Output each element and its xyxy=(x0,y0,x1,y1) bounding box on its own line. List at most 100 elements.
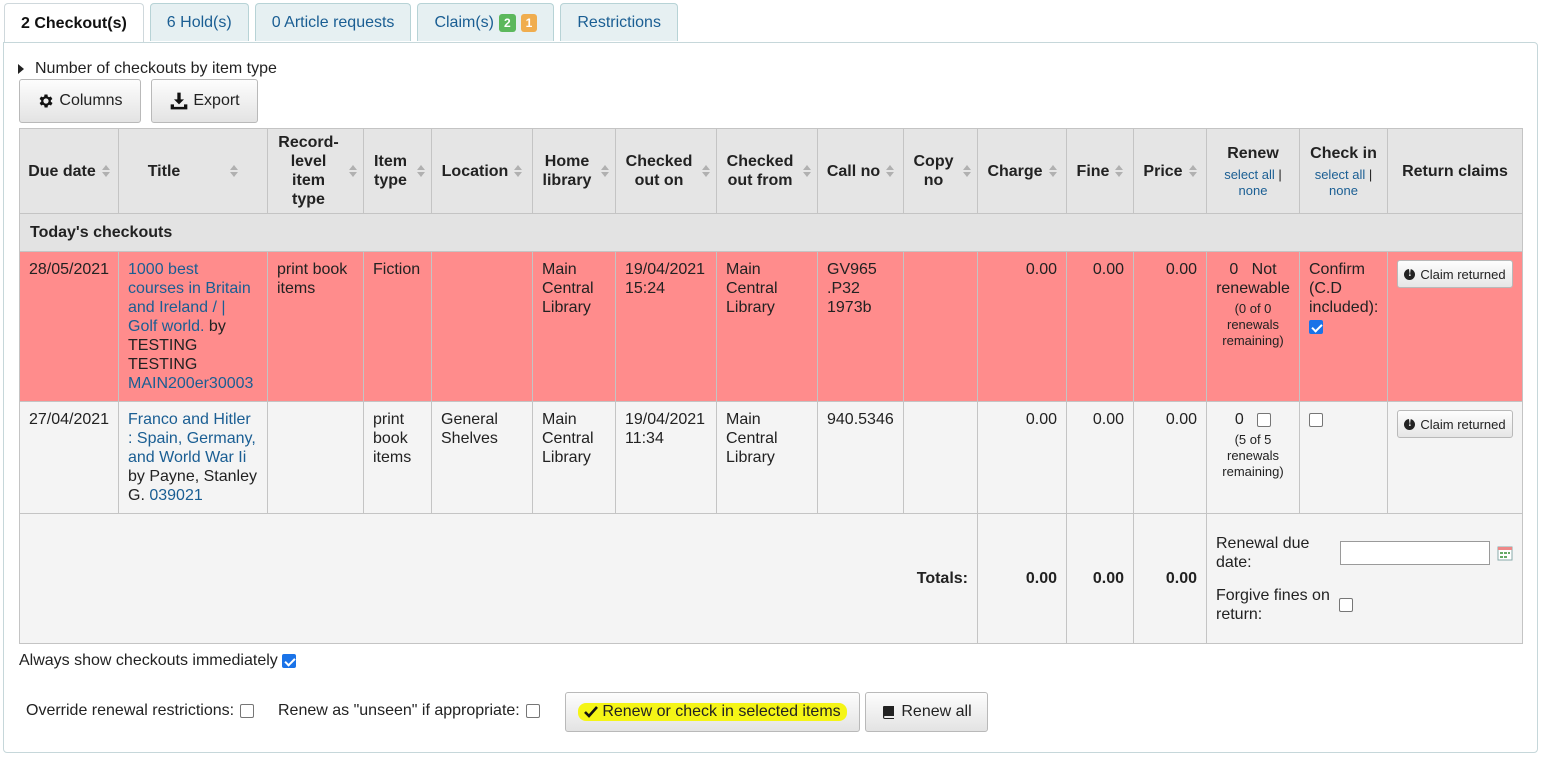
title-link[interactable]: Franco and Hitler : Spain, Germany, and … xyxy=(128,411,256,466)
sort-icon xyxy=(601,165,609,177)
sort-icon xyxy=(1115,165,1124,177)
columns-button[interactable]: Columns xyxy=(19,79,141,123)
claim-returned-label: Claim returned xyxy=(1420,416,1506,432)
col-location[interactable]: Location xyxy=(431,128,533,214)
col-home-library[interactable]: Home library xyxy=(532,128,616,214)
sort-icon xyxy=(230,165,239,177)
tab-restrictions[interactable]: Restrictions xyxy=(560,3,678,41)
export-button[interactable]: Export xyxy=(151,79,258,123)
col-checked-out-on[interactable]: Checked out on xyxy=(615,128,717,214)
col-renew-label: Renew xyxy=(1227,144,1279,162)
total-charge: 0.00 xyxy=(977,513,1067,644)
tab-checkouts[interactable]: 2 Checkout(s) xyxy=(4,3,144,43)
col-record-item-type-label: Record-level item type xyxy=(278,134,339,208)
forgive-fines-checkbox[interactable] xyxy=(1339,597,1353,612)
col-price-label: Price xyxy=(1143,162,1183,180)
fine-cell: 0.00 xyxy=(1066,251,1134,402)
price-cell: 0.00 xyxy=(1133,251,1207,402)
renew-count: 0 xyxy=(1234,411,1244,428)
barcode-link[interactable]: MAIN200er30003 xyxy=(128,375,253,392)
col-renew: Renew select all | none xyxy=(1206,128,1300,214)
sort-icon xyxy=(963,165,971,177)
sort-icon xyxy=(886,165,895,177)
checked-out-from-cell: Main Central Library xyxy=(716,251,818,402)
renew-status: Not renewable xyxy=(1216,261,1290,297)
charge-cell: 0.00 xyxy=(977,401,1067,514)
col-price[interactable]: Price xyxy=(1133,128,1207,214)
col-fine[interactable]: Fine xyxy=(1066,128,1134,214)
calendar-icon[interactable] xyxy=(1497,545,1513,561)
renew-unseen-checkbox[interactable] xyxy=(525,704,540,718)
call-no-cell: GV965 .P32 1973b xyxy=(817,251,904,402)
checkin-cell: Confirm (C.D included): xyxy=(1299,251,1388,402)
renew-cell: 0 Not renewable (0 of 0 renewals remaini… xyxy=(1206,251,1300,402)
col-return-claims: Return claims xyxy=(1387,128,1523,214)
col-fine-label: Fine xyxy=(1076,162,1110,180)
col-call-no[interactable]: Call no xyxy=(817,128,904,214)
col-item-type-label: Item type xyxy=(374,153,407,189)
table-row: 28/05/2021 1000 best courses in Britain … xyxy=(19,251,1523,402)
tab-article-requests-label: 0 Article requests xyxy=(271,13,395,31)
title-link[interactable]: 1000 best courses in Britain and Ireland… xyxy=(128,261,251,335)
col-location-label: Location xyxy=(441,162,509,180)
fine-cell: 0.00 xyxy=(1066,401,1134,514)
renewal-due-date-input[interactable] xyxy=(1339,540,1490,565)
col-title[interactable]: Title xyxy=(118,128,268,214)
checkin-cell xyxy=(1299,401,1388,514)
location-cell xyxy=(431,251,533,402)
renewals-remaining: (0 of 0 renewals remaining) xyxy=(1222,301,1284,348)
always-show-checkbox[interactable] xyxy=(281,654,296,668)
record-item-type-cell: print book items xyxy=(267,251,364,402)
col-copy-no[interactable]: Copy no xyxy=(903,128,978,214)
checked-out-on-cell: 19/04/2021 15:24 xyxy=(615,251,717,402)
checkouts-table: Due date Title Record-level item type It… xyxy=(19,128,1523,644)
checkin-select-none-link[interactable]: none xyxy=(1329,183,1358,198)
tab-article-requests[interactable]: 0 Article requests xyxy=(254,3,412,41)
override-renewal-checkbox[interactable] xyxy=(240,704,255,718)
col-item-type[interactable]: Item type xyxy=(363,128,432,214)
tab-holds-label: 6 Hold(s) xyxy=(166,13,232,31)
col-checked-out-from-label: Checked out from xyxy=(726,153,794,189)
col-checked-out-from[interactable]: Checked out from xyxy=(716,128,818,214)
info-icon: ! xyxy=(1404,268,1416,280)
col-charge-label: Charge xyxy=(987,162,1043,180)
call-no-cell: 940.5346 xyxy=(817,401,904,514)
checkin-select-all-link[interactable]: select all xyxy=(1315,167,1366,182)
export-label: Export xyxy=(193,92,240,109)
tab-holds[interactable]: 6 Hold(s) xyxy=(149,3,249,41)
renew-all-button[interactable]: Renew all xyxy=(865,692,988,732)
renew-checkbox[interactable] xyxy=(1257,412,1272,427)
col-home-library-label: Home library xyxy=(542,153,592,189)
col-record-item-type[interactable]: Record-level item type xyxy=(267,128,364,214)
claim-returned-button[interactable]: ! Claim returned xyxy=(1397,260,1513,288)
triangle-right-icon xyxy=(18,64,24,74)
checkin-checkbox[interactable] xyxy=(1309,412,1323,427)
col-due-date[interactable]: Due date xyxy=(19,128,119,214)
group-row: Today's checkouts xyxy=(19,213,1523,252)
tab-bar: 2 Checkout(s) 6 Hold(s) 0 Article reques… xyxy=(4,3,684,43)
due-date-cell: 27/04/2021 xyxy=(19,401,119,514)
renew-checkin-selected-label: Renew or check in selected items xyxy=(602,703,841,720)
col-charge[interactable]: Charge xyxy=(977,128,1067,214)
claims-resolved-badge: 2 xyxy=(498,13,516,32)
override-renewal-label: Override renewal restrictions: xyxy=(26,702,235,719)
download-icon xyxy=(171,92,188,110)
renew-count: 0 xyxy=(1229,261,1239,278)
checkouts-by-type-toggle[interactable]: Number of checkouts by item type xyxy=(18,60,277,78)
renew-select-none-link[interactable]: none xyxy=(1239,183,1268,198)
col-checked-out-on-label: Checked out on xyxy=(625,153,693,189)
checkouts-by-type-label: Number of checkouts by item type xyxy=(35,60,277,77)
col-title-label: Title xyxy=(147,162,181,180)
barcode-link[interactable]: 039021 xyxy=(149,487,202,504)
claim-returned-button[interactable]: ! Claim returned xyxy=(1397,410,1513,438)
checkin-checkbox[interactable] xyxy=(1309,319,1323,334)
total-fine: 0.00 xyxy=(1066,513,1134,644)
gear-icon xyxy=(39,94,53,108)
renew-checkin-selected-button[interactable]: Renew or check in selected items xyxy=(565,692,860,732)
col-check-in: Check in select all | none xyxy=(1299,128,1388,214)
checked-out-from-cell: Main Central Library xyxy=(716,401,818,514)
renew-select-all-link[interactable]: select all xyxy=(1224,167,1275,182)
sort-icon xyxy=(1188,165,1197,177)
tab-claims[interactable]: Claim(s) 2 1 xyxy=(417,3,555,41)
copy-no-cell xyxy=(903,401,978,514)
